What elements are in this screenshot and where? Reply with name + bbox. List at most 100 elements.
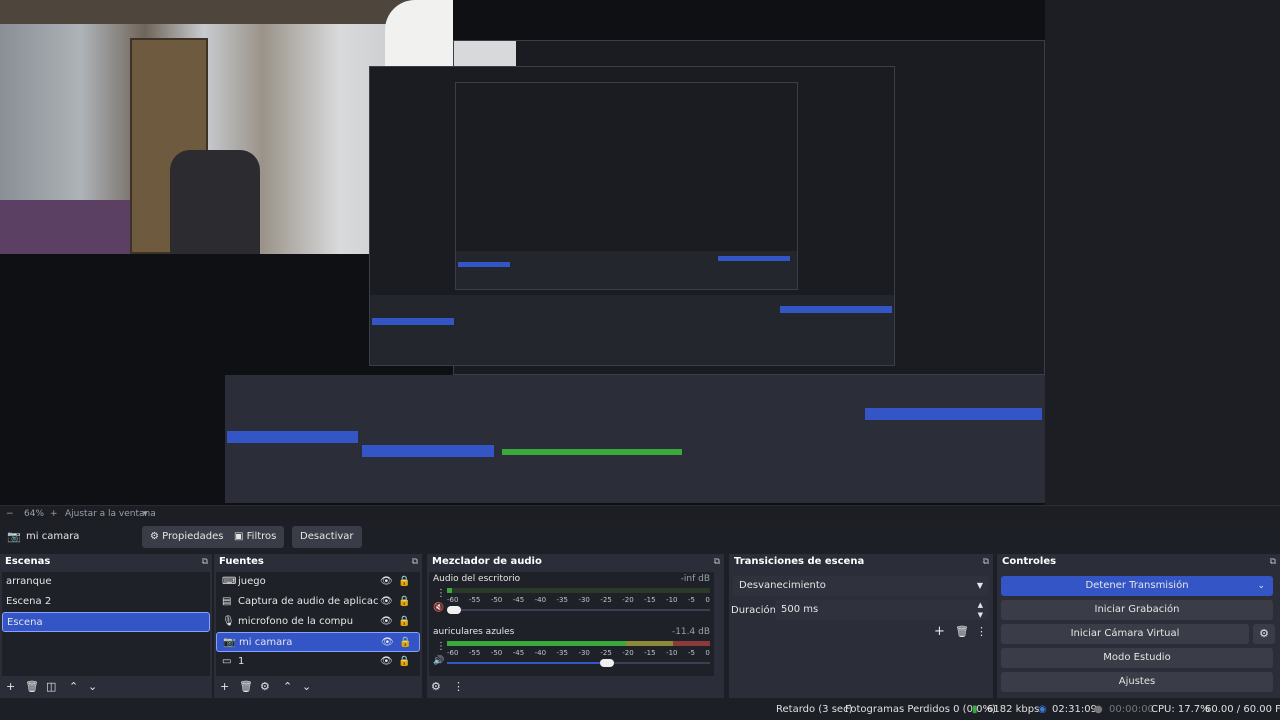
transition-value: Desvanecimiento (739, 580, 826, 591)
zoom-in-button[interactable]: + (50, 509, 58, 519)
sources-list: ⌨ juego 👁 🔒 ▤ Captura de audio de aplica… (216, 572, 420, 676)
nested-capture-docks (225, 375, 1045, 503)
move-down-icon[interactable]: ⌄ (88, 680, 97, 693)
meter-scale: -60 -55 -50 -45 -40 -35 -30 -25 -20 -15 -10 -5 0 (447, 596, 710, 604)
mixer-footer: ⚙ ⋮ (427, 678, 724, 696)
nested-capture-1 (369, 40, 1045, 375)
duration-spinbox[interactable]: 500 ms ▲ ▼ (775, 600, 989, 620)
camera-icon: 📷 (7, 530, 21, 543)
bitrate-status: 6182 kbps (987, 704, 1040, 715)
audio-mixer-dock: Mezclador de audio ⧉ Audio del escritori… (427, 554, 724, 698)
remove-transition-icon[interactable]: 🗑 (955, 625, 969, 638)
deactivate-button[interactable]: Desactivar (292, 526, 362, 548)
undock-icon[interactable]: ⧉ (714, 554, 720, 570)
gear-icon: ⚙ (150, 531, 159, 542)
volume-slider[interactable] (447, 659, 710, 667)
channel-db: -11.4 dB (671, 627, 710, 637)
mixer-menu-icon[interactable]: ⋮ (453, 680, 464, 693)
settings-button[interactable]: Ajustes (1001, 672, 1273, 692)
remove-source-icon[interactable]: 🗑 (239, 680, 253, 693)
zoom-out-button[interactable]: − (6, 509, 14, 519)
filters-button[interactable]: ▣ Filtros (226, 526, 285, 548)
controls-title: Controles (1002, 556, 1057, 567)
muted-speaker-icon[interactable]: 🔇 (433, 603, 444, 613)
volume-slider[interactable] (447, 606, 710, 614)
visibility-eye-icon[interactable]: 👁 (380, 572, 393, 592)
remove-scene-icon[interactable]: 🗑 (25, 680, 39, 693)
source-item[interactable]: ▭ 1 👁 🔒 (216, 652, 420, 672)
visibility-eye-icon[interactable]: 👁 (380, 612, 393, 632)
properties-button[interactable]: ⚙ Propiedades (142, 526, 232, 548)
controls-dock: Controles ⧉ Detener Transmisión ⌄ Inicia… (997, 554, 1280, 698)
source-properties-gear-icon[interactable]: ⚙ (260, 680, 270, 693)
visibility-eye-icon[interactable]: 👁 (381, 633, 394, 653)
status-bar: Retardo (3 sec) Fotogramas Perdidos 0 (0… (0, 700, 1280, 720)
sources-title: Fuentes (219, 556, 264, 567)
add-transition-icon[interactable]: + (934, 624, 945, 639)
zoom-dropdown-icon[interactable]: ▾ (143, 509, 148, 519)
stream-time: 02:31:09 (1052, 704, 1097, 715)
transition-select[interactable]: Desvanecimiento ▼ (733, 576, 989, 596)
lock-icon[interactable]: 🔒 (398, 652, 410, 672)
signal-bars-icon: ▮ (972, 704, 978, 715)
mixer-scrollbar[interactable] (714, 572, 722, 676)
visibility-eye-icon[interactable]: 👁 (380, 592, 393, 612)
start-recording-button[interactable]: Iniciar Grabación (1001, 600, 1273, 620)
lock-icon[interactable]: 🔒 (398, 572, 410, 592)
volume-meter (447, 641, 710, 646)
preview-canvas[interactable] (0, 0, 1045, 505)
add-scene-icon[interactable]: + (6, 680, 15, 693)
camera-icon: 📷 (223, 637, 236, 648)
scene-item[interactable]: arranque (2, 572, 210, 592)
lock-icon[interactable]: 🔒 (399, 633, 411, 653)
nested-capture-3 (455, 82, 798, 290)
stop-stream-button[interactable]: Detener Transmisión ⌄ (1001, 576, 1273, 596)
microphone-icon: 🎙 (222, 616, 235, 627)
scene-item[interactable]: Escena (2, 612, 210, 632)
studio-mode-button[interactable]: Modo Estudio (1001, 648, 1273, 668)
undock-icon[interactable]: ⧉ (412, 554, 418, 570)
zoom-bar: − 64% + Ajustar a la ventana ▾ (0, 505, 1280, 522)
move-up-icon[interactable]: ⌃ (69, 680, 78, 693)
advanced-audio-icon[interactable]: ⚙ (431, 680, 441, 693)
start-virtual-camera-button[interactable]: Iniciar Cámara Virtual (1001, 624, 1249, 644)
source-item[interactable]: ⌨ juego 👁 🔒 (216, 572, 420, 592)
record-icon: ● (1094, 704, 1103, 715)
undock-icon[interactable]: ⧉ (202, 554, 208, 570)
channel-menu-icon[interactable]: ⋮ (436, 588, 446, 599)
chevron-down-icon[interactable]: ⌄ (1257, 576, 1265, 596)
lock-icon[interactable]: 🔒 (398, 612, 410, 632)
speaker-icon[interactable]: 🔊 (433, 656, 444, 666)
transition-menu-icon[interactable]: ⋮ (976, 625, 987, 638)
scenes-list: arranque Escena 2 Escena (2, 572, 210, 676)
add-source-icon[interactable]: + (220, 680, 229, 693)
visibility-eye-icon[interactable]: 👁 (380, 652, 393, 672)
undock-icon[interactable]: ⧉ (983, 554, 989, 570)
filters-label: Filtros (246, 531, 277, 542)
move-down-icon[interactable]: ⌄ (302, 680, 311, 693)
mixer-channel: Audio del escritorio -inf dB ⋮ -60 -55 -50… (433, 574, 710, 624)
undock-icon[interactable]: ⧉ (1270, 554, 1276, 570)
source-toolbar: 📷 mi camara ⚙ Propiedades ▣ Filtros Desa… (0, 522, 1280, 551)
volume-knob[interactable] (447, 606, 461, 614)
lock-icon[interactable]: 🔒 (398, 592, 410, 612)
preview-area[interactable] (0, 0, 1280, 505)
source-item[interactable]: ▤ Captura de audio de aplicación (BETA) … (216, 592, 420, 612)
nested-capture-2 (369, 66, 895, 366)
volume-knob[interactable] (599, 659, 614, 667)
scene-item[interactable]: Escena 2 (2, 592, 210, 612)
spin-arrows-icon[interactable]: ▲ ▼ (978, 600, 983, 620)
scene-filters-icon[interactable]: ◫ (46, 680, 56, 693)
source-item[interactable]: 📷 mi camara 👁 🔒 (216, 632, 420, 652)
scenes-footer: + 🗑 ◫ ⌃ ⌄ (0, 678, 212, 696)
sources-dock: Fuentes ⧉ ⌨ juego 👁 🔒 ▤ Captura de audio… (214, 554, 422, 698)
properties-label: Propiedades (162, 531, 224, 542)
move-up-icon[interactable]: ⌃ (283, 680, 292, 693)
fps-status: 60.00 / 60.00 FPS (1205, 704, 1280, 715)
cpu-status: CPU: 17.7% (1151, 704, 1210, 715)
source-item[interactable]: 🎙 microfono de la compu 👁 🔒 (216, 612, 420, 632)
channel-menu-icon[interactable]: ⋮ (436, 641, 446, 652)
transitions-title: Transiciones de escena (734, 556, 865, 567)
virtual-camera-gear-icon[interactable]: ⚙ (1253, 624, 1275, 644)
channel-name: auriculares azules (433, 627, 515, 637)
